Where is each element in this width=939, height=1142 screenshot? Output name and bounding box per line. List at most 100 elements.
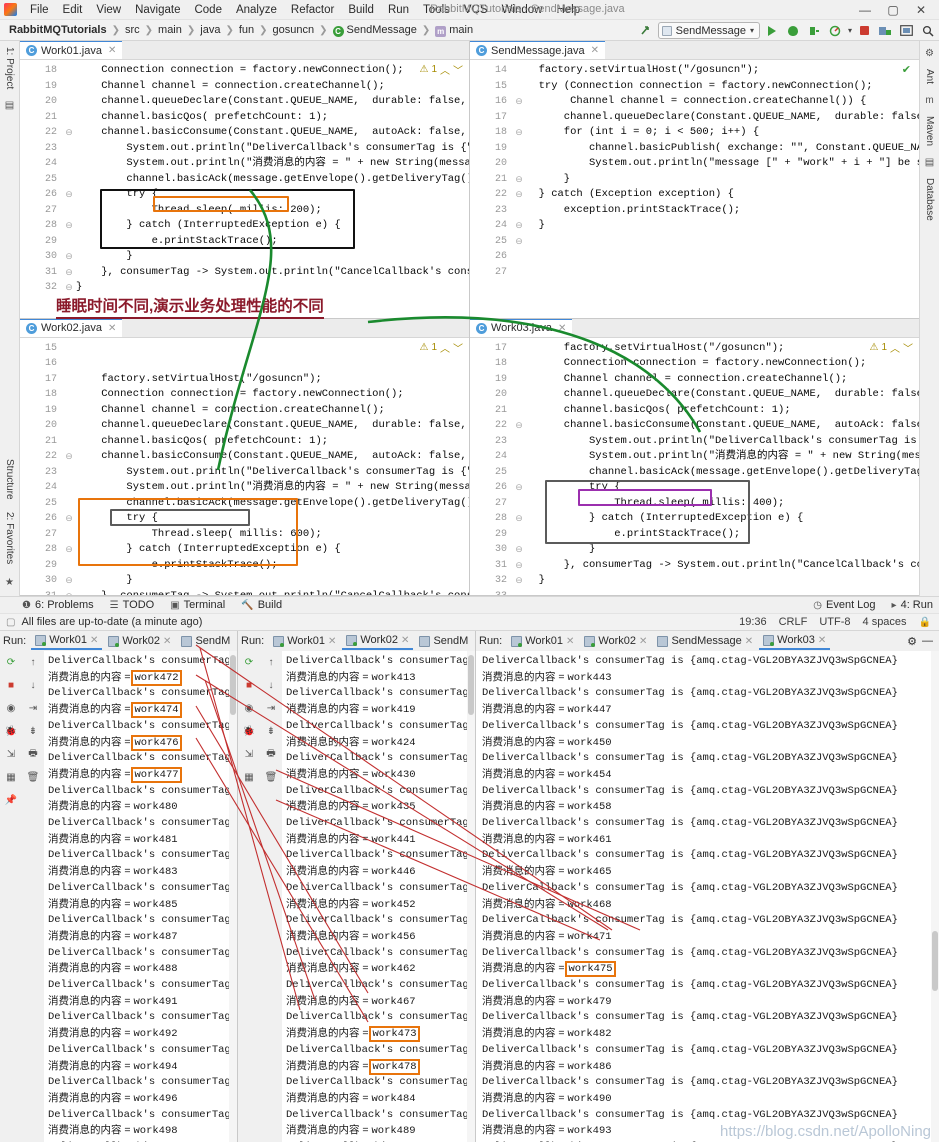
code-text-work01[interactable]: Connection connection = factory.newConne…: [76, 60, 469, 318]
tool-tab-terminal[interactable]: ▣ Terminal: [170, 599, 225, 611]
breadcrumb-project[interactable]: RabbitMQTutorials: [5, 24, 111, 36]
close-icon[interactable]: ✕: [558, 323, 566, 334]
sidebar-item-project[interactable]: 1: Project: [4, 47, 15, 89]
tool-tab-event-log[interactable]: ◷ Event Log: [813, 599, 875, 611]
debug-icon[interactable]: [785, 22, 802, 39]
code-area-work03[interactable]: ⚠ 1 ︿ ﹀ 17 18 19 20 21 22 23 24 25 26 27 28 29 30 31…: [470, 337, 919, 595]
menu-view[interactable]: View: [89, 3, 128, 17]
console-output-2[interactable]: DeliverCallback's consumerTag 消费消息的内容 = w…: [282, 651, 467, 1142]
search-icon[interactable]: [919, 22, 936, 39]
close-button[interactable]: ✕: [907, 0, 935, 20]
menu-file[interactable]: File: [23, 3, 56, 17]
export-icon[interactable]: ⇲: [242, 747, 256, 761]
minimize-panel-icon[interactable]: —: [922, 635, 933, 647]
console-toolbar-left-2[interactable]: ⟳ ■ ◉ 🐞 ⇲ ▦: [238, 651, 260, 1142]
console-tab-work01[interactable]: Work01 ✕: [507, 632, 578, 650]
console-tabs-1[interactable]: Run: Work01 ✕ Work02 ✕ SendM: [0, 631, 237, 651]
screenshot-icon[interactable]: ◉: [242, 701, 256, 715]
close-icon[interactable]: ✕: [90, 635, 98, 646]
console-tab-work03[interactable]: Work03 ✕: [759, 632, 831, 650]
console-tabs-3[interactable]: Run: Work01 ✕ Work02 ✕ SendMessage ✕ Work03…: [476, 631, 939, 651]
menu-edit[interactable]: Edit: [56, 3, 90, 17]
console-tab-work02[interactable]: Work02 ✕: [342, 632, 414, 650]
menu-code[interactable]: Code: [187, 3, 229, 17]
tool-tab-build[interactable]: 🔨 Build: [241, 599, 282, 611]
console-output-1[interactable]: DeliverCallback's consumerTag 消费消息的内容 = w…: [44, 651, 229, 1142]
next-warning-icon[interactable]: ﹀: [453, 340, 463, 355]
tool-tab-problems[interactable]: ❶ 6: Problems: [22, 599, 94, 611]
code-area-sendmessage[interactable]: ✔ 14 15 16 17 18 19 20 21 22 23 24 25 26 27 ⊖ ⊖ ⊖ ⊖ ⊖ ⊖ …: [470, 60, 919, 318]
run-configuration-selector[interactable]: SendMessage ▾: [657, 22, 760, 39]
console-toolbar-left-2-2[interactable]: ↑ ↓ ⇥ ⇟ 🖶 🗑: [260, 651, 282, 1142]
prev-warning-icon[interactable]: ︿: [890, 340, 900, 355]
sidebar-item-maven[interactable]: Maven: [924, 116, 935, 146]
code-folding-work02[interactable]: ⊖⊖⊖ ⊖⊖⊖: [62, 337, 76, 595]
breadcrumb-fun[interactable]: fun: [235, 24, 258, 36]
sidebar-item-ant[interactable]: Ant: [924, 69, 935, 84]
debug-icon[interactable]: 🐞: [242, 724, 256, 738]
soft-wrap-icon[interactable]: ⇥: [264, 701, 278, 715]
inspection-warning-badge[interactable]: ⚠ 1 ︿ ﹀: [869, 340, 913, 355]
code-text-work02[interactable]: factory.setVirtualHost("/gosuncn"); Conn…: [76, 338, 469, 596]
window-controls[interactable]: — ▢ ✕: [851, 0, 935, 20]
layout-icon[interactable]: ▦: [242, 770, 256, 784]
prev-warning-icon[interactable]: ︿: [440, 62, 450, 77]
code-folding-work01[interactable]: ⊖ ⊖ ⊖ ⊖ ⊖ ⊖: [62, 60, 76, 318]
code-area-work01[interactable]: ⚠ 1 ︿ ﹀ 18 19 20 21 22 23 24 25 26 27 28 29 30 31 32 …: [20, 60, 469, 318]
code-area-work02[interactable]: ⚠ 1 ︿ ﹀ 15 16 17 18 19 20 21 22 23 24 25 26 27 28 29…: [20, 337, 469, 596]
menu-build[interactable]: Build: [341, 3, 381, 17]
code-folding-sendmessage[interactable]: ⊖ ⊖ ⊖ ⊖ ⊖ ⊖: [512, 60, 526, 318]
jump-to-source-icon[interactable]: [637, 22, 654, 39]
stop-icon[interactable]: [856, 22, 873, 39]
run-with-coverage-icon[interactable]: [806, 22, 823, 39]
editor-tabs-work03[interactable]: C Work03.java ✕: [470, 318, 919, 338]
scroll-up-icon[interactable]: ↑: [264, 655, 278, 669]
close-icon[interactable]: ✕: [328, 636, 336, 647]
editor-tabs-sendmessage[interactable]: C SendMessage.java ✕: [470, 41, 919, 60]
console-toolbar-left-1[interactable]: ⟳ ■ ◉ 🐞 ⇲ ▦ 📌: [0, 651, 22, 1142]
profile-icon[interactable]: [827, 22, 844, 39]
tool-window-tab-bar[interactable]: ❶ 6: Problems ☰ TODO ▣ Terminal 🔨 Build ◷ Eve…: [0, 596, 939, 613]
rerun-icon[interactable]: ⟳: [4, 655, 18, 669]
status-encoding[interactable]: UTF-8: [819, 616, 850, 628]
breadcrumb-src[interactable]: src: [121, 24, 144, 36]
code-folding-work03[interactable]: ⊖ ⊖ ⊖ ⊖ ⊖ ⊖: [512, 337, 526, 595]
editor-tabs-work01[interactable]: C Work01.java ✕: [20, 41, 469, 60]
tool-tab-run[interactable]: ▸ 4: Run: [892, 599, 933, 611]
menu-refactor[interactable]: Refactor: [284, 3, 341, 17]
console-tab-sendmessage[interactable]: SendM: [415, 632, 472, 650]
console-tab-work02[interactable]: Work02 ✕: [104, 632, 175, 650]
stop-icon[interactable]: ■: [4, 678, 18, 692]
scroll-up-icon[interactable]: ↑: [26, 655, 40, 669]
export-icon[interactable]: ⇲: [4, 747, 18, 761]
breadcrumb-java[interactable]: java: [196, 24, 224, 36]
delete-icon[interactable]: 🗑: [26, 770, 40, 784]
status-bar-right[interactable]: 19:36 CRLF UTF-8 4 spaces 🔒: [739, 616, 931, 628]
breadcrumb-main[interactable]: main: [154, 24, 186, 36]
code-text-sendmessage[interactable]: factory.setVirtualHost("/gosuncn"); try …: [526, 60, 919, 318]
pin-icon[interactable]: 📌: [4, 793, 18, 807]
soft-wrap-icon[interactable]: ⇥: [26, 701, 40, 715]
close-icon[interactable]: ✕: [566, 636, 574, 647]
maximize-button[interactable]: ▢: [879, 0, 907, 20]
print-icon[interactable]: 🖶: [264, 747, 278, 761]
close-icon[interactable]: ✕: [591, 45, 599, 56]
tool-window-right-group[interactable]: ◷ Event Log ▸ 4: Run: [813, 599, 933, 611]
close-icon[interactable]: ✕: [818, 635, 826, 646]
delete-icon[interactable]: 🗑: [264, 770, 278, 784]
scroll-to-end-icon[interactable]: ⇟: [26, 724, 40, 738]
console-tab-work01[interactable]: Work01 ✕: [269, 632, 340, 650]
breadcrumb-class[interactable]: C SendMessage: [329, 24, 421, 37]
next-warning-icon[interactable]: ﹀: [903, 340, 913, 355]
editor-tabs-work02[interactable]: C Work02.java ✕: [20, 318, 469, 338]
right-tool-rail[interactable]: ⚙ Ant m Maven ▤ Database: [919, 41, 939, 596]
scroll-down-icon[interactable]: ↓: [264, 678, 278, 692]
run-icon[interactable]: [764, 22, 781, 39]
close-icon[interactable]: ✕: [401, 635, 409, 646]
breadcrumb-gosuncn[interactable]: gosuncn: [269, 24, 319, 36]
breadcrumb[interactable]: RabbitMQTutorials ❯ src ❯ main ❯ java ❯ …: [5, 24, 477, 37]
inspection-warning-badge[interactable]: ⚠ 1 ︿ ﹀: [419, 62, 463, 77]
sidebar-item-favorites[interactable]: 2: Favorites: [4, 512, 15, 564]
tab-work01[interactable]: C Work01.java ✕: [20, 41, 123, 59]
inspection-warning-badge[interactable]: ⚠ 1 ︿ ﹀: [419, 340, 463, 355]
